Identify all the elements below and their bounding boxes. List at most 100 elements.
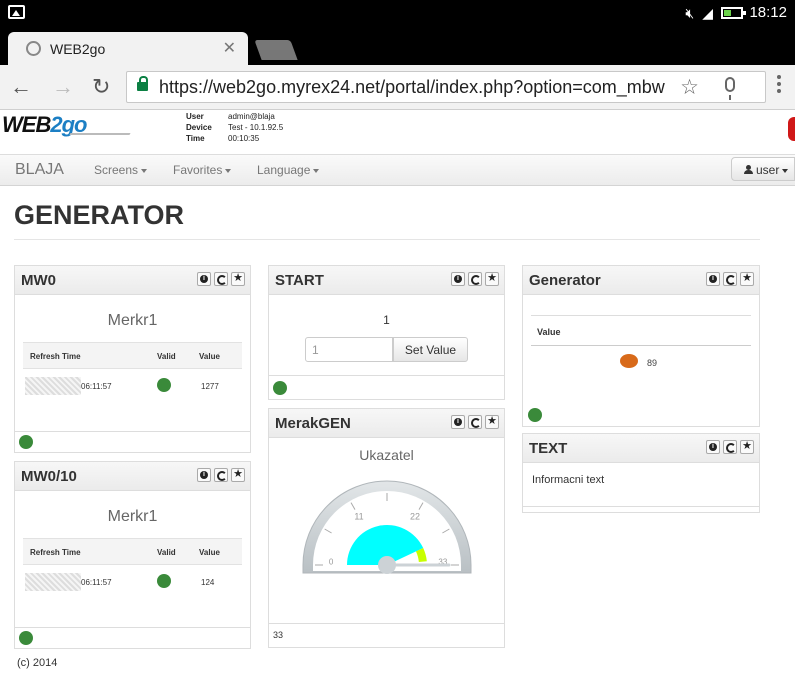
favorite-star-icon[interactable] xyxy=(485,415,499,429)
panel-title: MW0 xyxy=(21,272,56,289)
panel-mw0: MW0 Merkr1 Refresh Time Valid Value 06:1… xyxy=(14,265,251,453)
status-indicator xyxy=(528,408,542,422)
panel-header: TEXT xyxy=(523,434,759,463)
caret-down-icon xyxy=(313,168,320,173)
status-icons: 🔇︎ ◢ xyxy=(685,4,746,22)
panel-title: MerakGEN xyxy=(275,415,351,432)
back-arrow-icon[interactable]: ← xyxy=(10,74,32,100)
valid-indicator xyxy=(157,574,171,588)
current-value: 1 xyxy=(383,313,390,327)
globe-icon xyxy=(26,41,41,56)
value-table: Refresh Time Valid Value 06:11:57 1277 xyxy=(23,342,242,405)
panel-header: MW0/10 xyxy=(15,462,250,491)
gauge-title: Ukazatel xyxy=(359,447,414,463)
panel-subtitle: Merkr1 xyxy=(107,312,158,329)
mute-icon: 🔇︎ xyxy=(685,5,695,21)
status-indicator xyxy=(19,435,33,449)
panel-title: MW0/10 xyxy=(21,468,77,485)
table-header: Refresh Time Valid Value xyxy=(23,342,242,369)
info-icon[interactable] xyxy=(197,468,211,482)
redacted-date xyxy=(25,573,81,591)
gauge-hub xyxy=(378,556,396,574)
caret-down-icon xyxy=(141,168,148,173)
divider xyxy=(14,239,760,240)
refresh-icon[interactable] xyxy=(468,415,482,429)
menu-icon[interactable] xyxy=(777,75,781,97)
favorite-star-icon[interactable] xyxy=(740,272,754,286)
panel-mw0-10: MW0/10 Merkr1 Refresh Time Valid Value 0… xyxy=(14,461,251,649)
new-tab-button[interactable] xyxy=(254,40,298,60)
table-row: 06:11:57 124 xyxy=(23,565,242,601)
menu-screens[interactable]: Screens xyxy=(94,163,148,177)
refresh-icon[interactable] xyxy=(468,272,482,286)
panel-header: MerakGEN xyxy=(269,409,504,438)
panel-footer xyxy=(269,375,504,399)
reload-icon[interactable]: ↻ xyxy=(92,74,110,100)
favorite-star-icon[interactable] xyxy=(740,440,754,454)
tab-title: WEB2go xyxy=(50,41,106,57)
browser-tab-strip: WEB2go ✕ xyxy=(0,26,795,65)
value-indicator xyxy=(620,354,638,368)
favorite-star-icon[interactable] xyxy=(231,272,245,286)
status-indicator xyxy=(273,381,287,395)
browser-tab[interactable]: WEB2go ✕ xyxy=(8,32,248,65)
status-indicator xyxy=(19,631,33,645)
generator-value: 89 xyxy=(647,358,658,368)
favorite-star-icon[interactable] xyxy=(231,468,245,482)
panel-header: MW0 xyxy=(15,266,250,295)
panel-title: TEXT xyxy=(529,440,568,457)
caret-down-icon xyxy=(782,168,789,173)
refresh-icon[interactable] xyxy=(214,272,228,286)
menu-language[interactable]: Language xyxy=(257,163,320,177)
info-icon[interactable] xyxy=(706,272,720,286)
image-icon xyxy=(8,5,25,19)
panel-footer xyxy=(15,627,250,648)
brand[interactable]: BLAJA xyxy=(15,161,64,179)
user-menu-button[interactable]: user xyxy=(731,157,795,181)
mic-icon[interactable] xyxy=(725,77,735,100)
status-time: 18:12 xyxy=(749,4,787,21)
panel-header: START xyxy=(269,266,504,295)
set-value-button[interactable]: Set Value xyxy=(393,337,468,362)
valid-indicator xyxy=(157,378,171,392)
panel-title: START xyxy=(275,272,324,289)
gauge: 0 11 22 33 xyxy=(302,480,472,574)
battery-icon xyxy=(721,7,746,19)
panel-header: Generator xyxy=(523,266,759,295)
info-icon[interactable] xyxy=(197,272,211,286)
panel-start: START 1 1 Set Value xyxy=(268,265,505,400)
close-icon[interactable]: ✕ xyxy=(223,38,236,58)
refresh-icon[interactable] xyxy=(214,468,228,482)
gauge-tick-label: 0 xyxy=(329,557,334,566)
side-tab[interactable] xyxy=(788,117,795,141)
forward-arrow-icon[interactable]: → xyxy=(52,74,74,100)
favorite-star-icon[interactable] xyxy=(485,272,499,286)
value-input[interactable]: 1 xyxy=(305,337,393,362)
panel-merakgen: MerakGEN Ukazatel 0 11 22 33 33 xyxy=(268,408,505,648)
page-title: GENERATOR xyxy=(14,200,185,230)
logo-swoosh xyxy=(69,133,131,135)
session-info: User admin@blaja Device Test - 10.1.92.5 T… xyxy=(186,112,284,143)
table-row: 06:11:57 1277 xyxy=(23,369,242,405)
navbar: BLAJA Screens Favorites Language user xyxy=(0,154,795,186)
panel-footer xyxy=(523,506,759,512)
star-icon[interactable]: ☆ xyxy=(680,75,699,100)
copyright: (c) 2014 xyxy=(17,657,58,669)
user-icon xyxy=(744,165,753,174)
info-icon[interactable] xyxy=(451,415,465,429)
url-text[interactable]: https://web2go.myrex24.net/portal/index.… xyxy=(159,77,669,98)
panel-title: Generator xyxy=(529,272,601,289)
menu-favorites[interactable]: Favorites xyxy=(173,163,232,177)
gauge-tick-label: 22 xyxy=(410,512,420,522)
app-header: WEB2go User admin@blaja Device Test - 10.1… xyxy=(0,111,795,154)
gauge-tick-label: 11 xyxy=(354,512,363,522)
address-bar[interactable]: https://web2go.myrex24.net/portal/index.… xyxy=(126,71,766,103)
refresh-icon[interactable] xyxy=(723,272,737,286)
refresh-icon[interactable] xyxy=(723,440,737,454)
info-icon[interactable] xyxy=(451,272,465,286)
info-text: Informacni text xyxy=(532,474,605,486)
panel-text: TEXT Informacni text xyxy=(522,433,760,513)
panel-footer xyxy=(15,431,250,452)
info-icon[interactable] xyxy=(706,440,720,454)
android-status-bar: 🔇︎ ◢ 18:12 xyxy=(0,0,795,26)
